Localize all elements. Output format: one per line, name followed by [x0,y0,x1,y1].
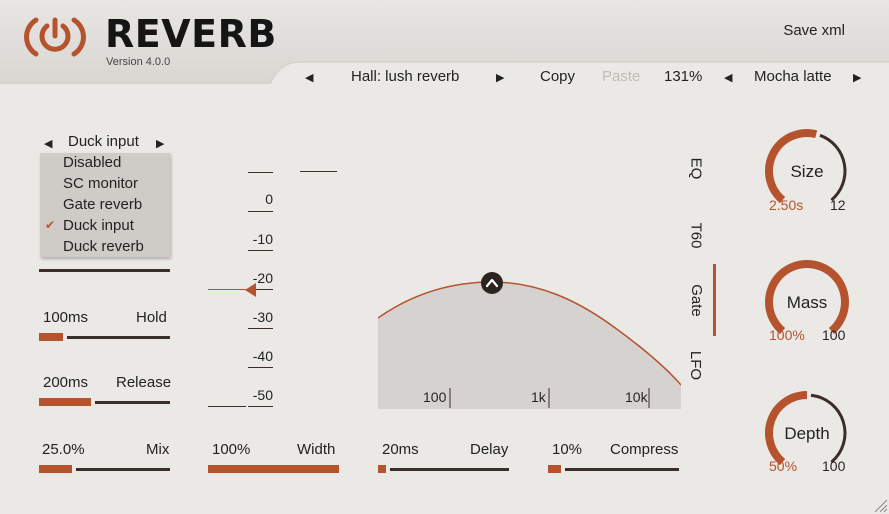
size-value: 2.50s [769,197,804,213]
width-value: 100% [212,441,251,458]
release-label: Release [116,374,172,391]
release-value: 200ms [43,374,89,391]
mix-slider[interactable] [39,465,170,473]
app-title: REVERB [105,12,277,56]
freq-label-1k: 1k [531,389,546,405]
meter-tick-label: -30 [252,309,273,325]
paste-button[interactable]: Paste [602,68,640,85]
delay-label: Delay [470,441,509,458]
meter-peak-line [300,171,337,172]
mix-slider-track [76,468,170,471]
width-slider-fill [208,465,339,473]
preset-prev-arrow-icon[interactable]: ◀ [305,71,313,84]
compress-label: Compress [610,441,679,458]
meter-tick [248,211,273,212]
meter-tick [248,367,273,368]
menu-item-gate-reverb[interactable]: Gate reverb [63,196,142,213]
threshold-marker-icon[interactable] [245,283,257,297]
duck-threshold-slider[interactable] [39,269,170,272]
mass-max: 100 [822,327,846,343]
hold-slider-fill [39,333,63,341]
delay-slider-fill [378,465,386,473]
freq-label-10k: 10k [625,389,648,405]
tab-t60-label: T60 [687,222,705,248]
duck-mode-select[interactable]: Duck input [68,133,139,150]
tab-gate-label: Gate [687,283,705,317]
duck-mode-menu: Disabled SC monitor Gate reverb ✔ Duck i… [40,153,170,257]
menu-item-sc-monitor[interactable]: SC monitor [63,175,138,192]
duck-prev-arrow-icon[interactable]: ◀ [44,137,52,150]
theme-next-arrow-icon[interactable]: ▶ [853,71,861,84]
depth-value: 50% [769,458,798,474]
meter-tick-label: -10 [252,231,273,247]
compress-slider-track [565,468,679,471]
level-meter[interactable]: 0 -10 -20 -30 -40 -50 [200,160,350,420]
mass-knob-label: Mass [786,293,828,312]
tab-gate[interactable]: Gate [676,282,716,318]
meter-bottom-tick [248,406,273,407]
release-slider-track [95,401,170,404]
compress-value: 10% [552,441,583,458]
preset-next-arrow-icon[interactable]: ▶ [496,71,504,84]
power-logo-icon [24,17,86,57]
meter-top-line [248,172,273,173]
meter-tick [248,328,273,329]
copy-button[interactable]: Copy [540,68,575,85]
menu-item-duck-reverb[interactable]: Duck reverb [63,238,144,255]
tab-eq-label: EQ [687,157,705,179]
depth-max: 100 [822,458,846,474]
resize-grip-icon[interactable] [872,497,888,513]
preset-name[interactable]: Hall: lush reverb [351,68,459,85]
mix-label: Mix [146,441,170,458]
compress-slider-fill [548,465,561,473]
mass-value: 100% [769,327,805,343]
mix-slider-fill [39,465,72,473]
meter-tick [248,250,273,251]
app-version: Version 4.0.0 [106,56,171,68]
width-slider[interactable] [208,465,339,473]
hold-slider-track [67,336,170,339]
meter-tick-label: -40 [252,348,273,364]
tab-lfo[interactable]: LFO [676,350,716,380]
size-max: 12 [830,197,846,213]
meter-tick-label: 0 [265,191,273,207]
size-knob-label: Size [790,162,824,181]
save-xml-button[interactable]: Save xml [783,22,845,39]
freq-label-100: 100 [423,389,447,405]
meter-bottom-line [208,406,246,407]
theme-name[interactable]: Mocha latte [754,68,832,85]
release-slider-fill [39,398,91,406]
menu-item-disabled[interactable]: Disabled [63,154,121,171]
release-slider[interactable] [39,398,170,406]
delay-slider[interactable] [378,465,509,473]
tab-t60[interactable]: T60 [676,220,716,250]
tab-eq[interactable]: EQ [676,156,716,180]
theme-prev-arrow-icon[interactable]: ◀ [724,71,732,84]
meter-tick-label: -50 [252,387,273,403]
hold-label: Hold [136,309,167,326]
mix-value: 25.0% [42,441,85,458]
curve-handle-icon[interactable] [480,271,504,295]
delay-value: 20ms [382,441,419,458]
delay-slider-track [390,468,509,471]
tab-lfo-label: LFO [687,350,705,380]
menu-item-duck-input[interactable]: Duck input [63,217,134,234]
checkmark-icon: ✔ [45,218,56,232]
active-tab-indicator [713,264,716,336]
width-label: Width [297,441,336,458]
duck-next-arrow-icon[interactable]: ▶ [156,137,164,150]
depth-knob-label: Depth [784,424,830,443]
hold-value: 100ms [43,309,89,326]
hold-slider[interactable] [39,333,170,341]
threshold-line [208,289,248,290]
zoom-level[interactable]: 131% [664,68,702,85]
compress-slider[interactable] [548,465,679,473]
